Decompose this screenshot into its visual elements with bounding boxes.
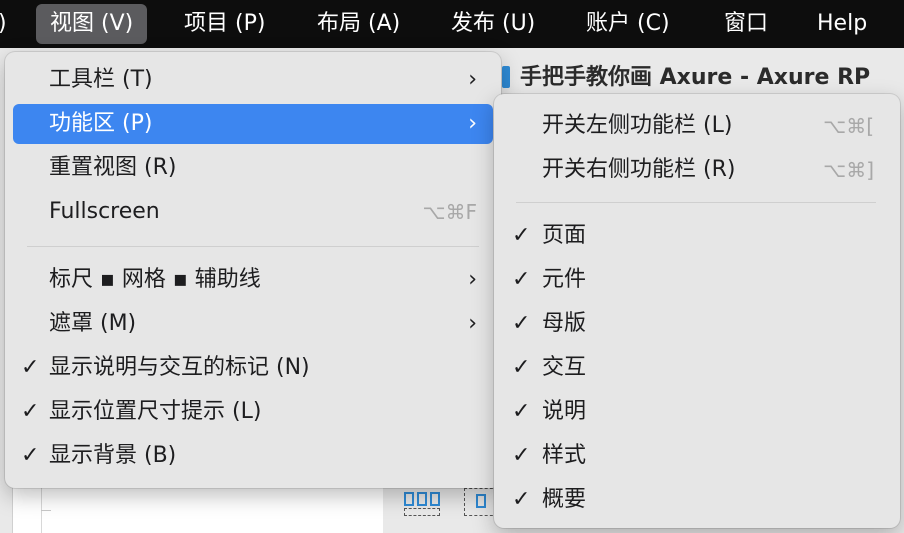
chevron-right-icon: › [468,67,477,92]
menu-bar: ) 视图 (V) 项目 (P) 布局 (A) 发布 (U) 账户 (C) 窗口 … [0,0,904,48]
dashed-frame-icon [404,508,440,516]
menu-item-reset-view[interactable]: 重置视图 (R) [13,148,493,188]
chevron-right-icon: › [468,111,477,136]
checkmark-icon: ✓ [512,399,531,424]
canvas-area[interactable] [12,488,383,533]
chevron-right-icon: › [468,311,477,336]
submenu-item-label: 页面 [542,223,587,248]
menu-item-label: 重置视图 (R) [49,155,177,180]
submenu-item-notes[interactable]: ✓ 说明 [502,392,892,432]
widget-box-icon[interactable] [476,494,486,508]
submenu-item-label: 概要 [542,487,587,512]
menu-item-show-background[interactable]: ✓ 显示背景 (B) [13,436,493,476]
menu-separator [27,246,479,247]
menu-item-toolbar[interactable]: 工具栏 (T) › [13,60,493,100]
checkmark-icon: ✓ [512,443,531,468]
submenu-item-outline[interactable]: ✓ 概要 [502,480,892,520]
checkmark-icon: ✓ [512,267,531,292]
submenu-item-label: 母版 [542,311,587,336]
menu-item-label: 工具栏 (T) [49,67,153,92]
menubar-publish[interactable]: 发布 (U) [437,4,549,44]
submenu-item-label: 交互 [542,355,587,380]
submenu-item-toggle-left-panel[interactable]: 开关左侧功能栏 (L) ⌥⌘[ [502,106,892,146]
view-menu: 工具栏 (T) › 功能区 (P) › 重置视图 (R) Fullscreen … [5,52,501,488]
menubar-account[interactable]: 账户 (C) [572,4,684,44]
submenu-item-interactions[interactable]: ✓ 交互 [502,348,892,388]
checkmark-icon: ✓ [21,355,40,380]
menu-item-label: 标尺 ▪ 网格 ▪ 辅助线 [49,267,261,292]
menu-separator [516,202,876,203]
menu-item-ribbon[interactable]: 功能区 (P) › [13,104,493,144]
menubar-window[interactable]: 窗口 [710,4,782,44]
submenu-item-styles[interactable]: ✓ 样式 [502,436,892,476]
menubar-edge-glyph: ) [0,4,7,44]
menubar-view[interactable]: 视图 (V) [36,4,148,44]
menubar-help[interactable]: Help [803,4,881,44]
submenu-item-label: 说明 [542,399,587,424]
shortcut-label: ⌥⌘[ [823,114,874,138]
menu-item-label: 遮罩 (M) [49,311,137,336]
widget-toolbar [398,488,498,518]
menu-item-mask[interactable]: 遮罩 (M) › [13,304,493,344]
submenu-item-pages[interactable]: ✓ 页面 [502,216,892,256]
menu-item-show-notes-markers[interactable]: ✓ 显示说明与交互的标记 (N) [13,348,493,388]
checkmark-icon: ✓ [21,399,40,424]
widget-box-icon[interactable] [404,492,414,506]
menubar-layout[interactable]: 布局 (A) [303,4,414,44]
menu-item-label: Fullscreen [49,199,160,224]
checkmark-icon: ✓ [21,443,40,468]
widget-box-icon[interactable] [430,492,440,506]
menu-item-label: 显示背景 (B) [49,443,177,468]
submenu-item-widgets[interactable]: ✓ 元件 [502,260,892,300]
ruler-tick [41,510,51,511]
menu-item-label: 显示位置尺寸提示 (L) [49,399,262,424]
menu-item-fullscreen[interactable]: Fullscreen ⌥⌘F [13,192,493,232]
menu-item-label: 功能区 (P) [49,111,153,136]
shortcut-label: ⌥⌘F [422,200,477,224]
shortcut-label: ⌥⌘] [823,158,874,182]
chevron-right-icon: › [468,267,477,292]
menubar-project[interactable]: 项目 (P) [170,4,279,44]
submenu-item-label: 开关右侧功能栏 (R) [542,157,736,182]
widget-box-icon[interactable] [417,492,427,506]
checkmark-icon: ✓ [512,223,531,248]
menu-item-label: 显示说明与交互的标记 (N) [49,355,310,380]
menu-item-ruler-grid-guides[interactable]: 标尺 ▪ 网格 ▪ 辅助线 › [13,260,493,300]
checkmark-icon: ✓ [512,487,531,512]
submenu-item-label: 元件 [542,267,587,292]
menu-item-show-position-size[interactable]: ✓ 显示位置尺寸提示 (L) [13,392,493,432]
ribbon-submenu: 开关左侧功能栏 (L) ⌥⌘[ 开关右侧功能栏 (R) ⌥⌘] ✓ 页面 ✓ 元… [494,94,900,528]
submenu-item-masters[interactable]: ✓ 母版 [502,304,892,344]
window-title: 手把手教你画 Axure - Axure RP [520,65,871,90]
submenu-item-label: 开关左侧功能栏 (L) [542,113,733,138]
submenu-item-label: 样式 [542,443,587,468]
checkmark-icon: ✓ [512,355,531,380]
document-icon [502,66,510,88]
submenu-item-toggle-right-panel[interactable]: 开关右侧功能栏 (R) ⌥⌘] [502,150,892,190]
checkmark-icon: ✓ [512,311,531,336]
